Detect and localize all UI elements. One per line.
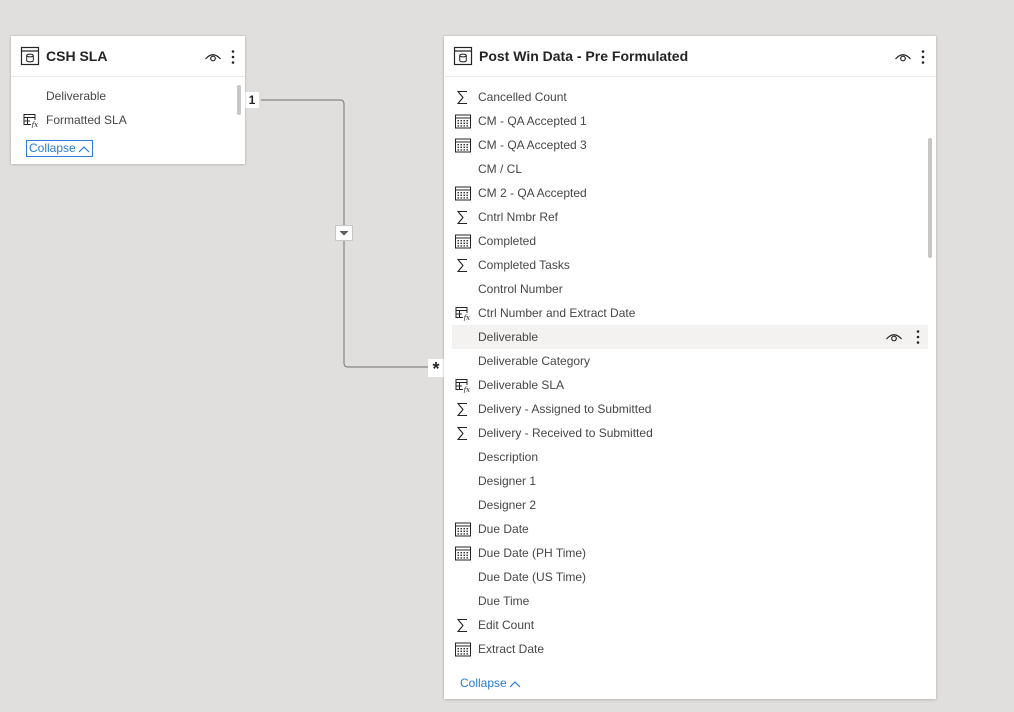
sigma-icon — [455, 210, 471, 225]
field-list: Cancelled Count CM - QA Accepted 1 CM - QA… — [444, 36, 936, 671]
collapse-button[interactable]: Collapse — [460, 676, 521, 691]
field-row-control-number[interactable]: Control Number — [452, 277, 928, 301]
more-vertical-icon[interactable] — [230, 49, 236, 65]
field-label: CM / CL — [478, 162, 523, 176]
field-row-due-date[interactable]: Due Date — [452, 517, 928, 541]
calendar-icon — [455, 138, 471, 153]
sigma-icon — [455, 426, 471, 441]
calculated-column-icon: fx — [455, 378, 471, 394]
eye-icon[interactable] — [204, 50, 222, 64]
chevron-up-icon — [78, 142, 90, 156]
calendar-icon — [455, 642, 471, 657]
sigma-icon — [455, 90, 471, 105]
calendar-icon — [455, 114, 471, 129]
filter-direction-arrow-icon[interactable] — [335, 225, 353, 241]
field-row-completed[interactable]: Completed — [452, 229, 928, 253]
field-row-cm-2-qa-accepted[interactable]: CM 2 - QA Accepted — [452, 181, 928, 205]
calculated-column-icon: fx — [23, 113, 39, 129]
field-row-cancelled-count[interactable]: Cancelled Count — [452, 85, 928, 109]
collapse-label: Collapse — [29, 141, 76, 155]
field-label: CM - QA Accepted 1 — [478, 114, 587, 128]
field-row-ctrl-number-and-extract-date[interactable]: fx Ctrl Number and Extract Date — [452, 301, 928, 325]
field-label: Designer 1 — [478, 474, 537, 488]
scrollbar[interactable] — [237, 85, 241, 115]
field-row-delivery-received-to-submitted[interactable]: Delivery - Received to Submitted — [452, 421, 928, 445]
field-row-deliverable-category[interactable]: Deliverable Category — [452, 349, 928, 373]
eye-icon[interactable] — [885, 330, 903, 344]
field-label: Cancelled Count — [478, 90, 567, 104]
sigma-icon — [455, 258, 471, 273]
sigma-icon — [455, 618, 471, 633]
csh-sla-title: CSH SLA — [46, 48, 108, 64]
field-row-due-date-us-time[interactable]: Due Date (US Time) — [452, 565, 928, 589]
field-label: Deliverable — [478, 330, 539, 344]
cardinality-many-badge: * — [428, 359, 444, 379]
more-vertical-icon[interactable] — [915, 329, 921, 345]
field-label: CM 2 - QA Accepted — [478, 186, 587, 200]
svg-text:fx: fx — [463, 314, 471, 321]
field-label: Ctrl Number and Extract Date — [478, 306, 636, 320]
field-row-designer-1[interactable]: Designer 1 — [452, 469, 928, 493]
csh-sla-table-card[interactable]: CSH SLA Deliverable fx Formatted SLA Col… — [11, 36, 245, 164]
svg-text:fx: fx — [463, 386, 471, 393]
field-row-due-time[interactable]: Due Time — [452, 589, 928, 613]
field-row-deliverable[interactable]: Deliverable — [20, 84, 230, 108]
calculated-column-icon: fx — [455, 306, 471, 322]
field-label: Deliverable SLA — [478, 378, 565, 392]
calendar-icon — [455, 522, 471, 537]
field-row-description[interactable]: Description — [452, 445, 928, 469]
chevron-up-icon — [509, 677, 521, 691]
field-row-cm-qa-accepted-3[interactable]: CM - QA Accepted 3 — [452, 133, 928, 157]
field-row-due-date-ph-time[interactable]: Due Date (PH Time) — [452, 541, 928, 565]
table-icon — [20, 46, 40, 66]
field-label: CM - QA Accepted 3 — [478, 138, 587, 152]
csh-sla-header[interactable]: CSH SLA — [11, 36, 245, 77]
field-row-edit-count[interactable]: Edit Count — [452, 613, 928, 637]
field-label: Delivery - Assigned to Submitted — [478, 402, 652, 416]
field-label: Due Date (US Time) — [478, 570, 587, 584]
post-win-data-table-card[interactable]: Post Win Data - Pre Formulated Cancelled… — [444, 36, 936, 699]
field-row-formatted-sla[interactable]: fx Formatted SLA — [20, 108, 230, 132]
calendar-icon — [455, 234, 471, 249]
field-label: Cntrl Nmbr Ref — [478, 210, 559, 224]
sigma-icon — [455, 402, 471, 417]
field-row-cntrl-nmbr-ref[interactable]: Cntrl Nmbr Ref — [452, 205, 928, 229]
field-label: Completed — [478, 234, 537, 248]
field-row-deliverable-sla[interactable]: fx Deliverable SLA — [452, 373, 928, 397]
field-label: Due Time — [478, 594, 530, 608]
field-row-cm-qa-accepted-1[interactable]: CM - QA Accepted 1 — [452, 109, 928, 133]
field-label: Extract Date — [478, 642, 545, 656]
calendar-icon — [455, 546, 471, 561]
field-label: Deliverable — [46, 89, 107, 103]
field-label: Control Number — [478, 282, 563, 296]
field-label: Designer 2 — [478, 498, 537, 512]
field-row-cm-cl[interactable]: CM / CL — [452, 157, 928, 181]
collapse-button[interactable]: Collapse — [26, 140, 93, 157]
field-label: Formatted SLA — [46, 113, 127, 127]
field-label: Due Date — [478, 522, 529, 536]
field-label: Delivery - Received to Submitted — [478, 426, 653, 440]
field-label: Description — [478, 450, 539, 464]
field-row-completed-tasks[interactable]: Completed Tasks — [452, 253, 928, 277]
field-label: Due Date (PH Time) — [478, 546, 587, 560]
collapse-label: Collapse — [460, 676, 507, 690]
svg-text:fx: fx — [31, 121, 39, 128]
field-label: Deliverable Category — [478, 354, 591, 368]
field-row-delivery-assigned-to-submitted[interactable]: Delivery - Assigned to Submitted — [452, 397, 928, 421]
field-label: Completed Tasks — [478, 258, 570, 272]
field-row-extract-date[interactable]: Extract Date — [452, 637, 928, 661]
field-label: Edit Count — [478, 618, 535, 632]
calendar-icon — [455, 186, 471, 201]
field-row-deliverable[interactable]: Deliverable — [452, 325, 928, 349]
cardinality-one-badge: 1 — [245, 92, 259, 108]
scrollbar[interactable] — [928, 138, 932, 258]
field-row-designer-2[interactable]: Designer 2 — [452, 493, 928, 517]
